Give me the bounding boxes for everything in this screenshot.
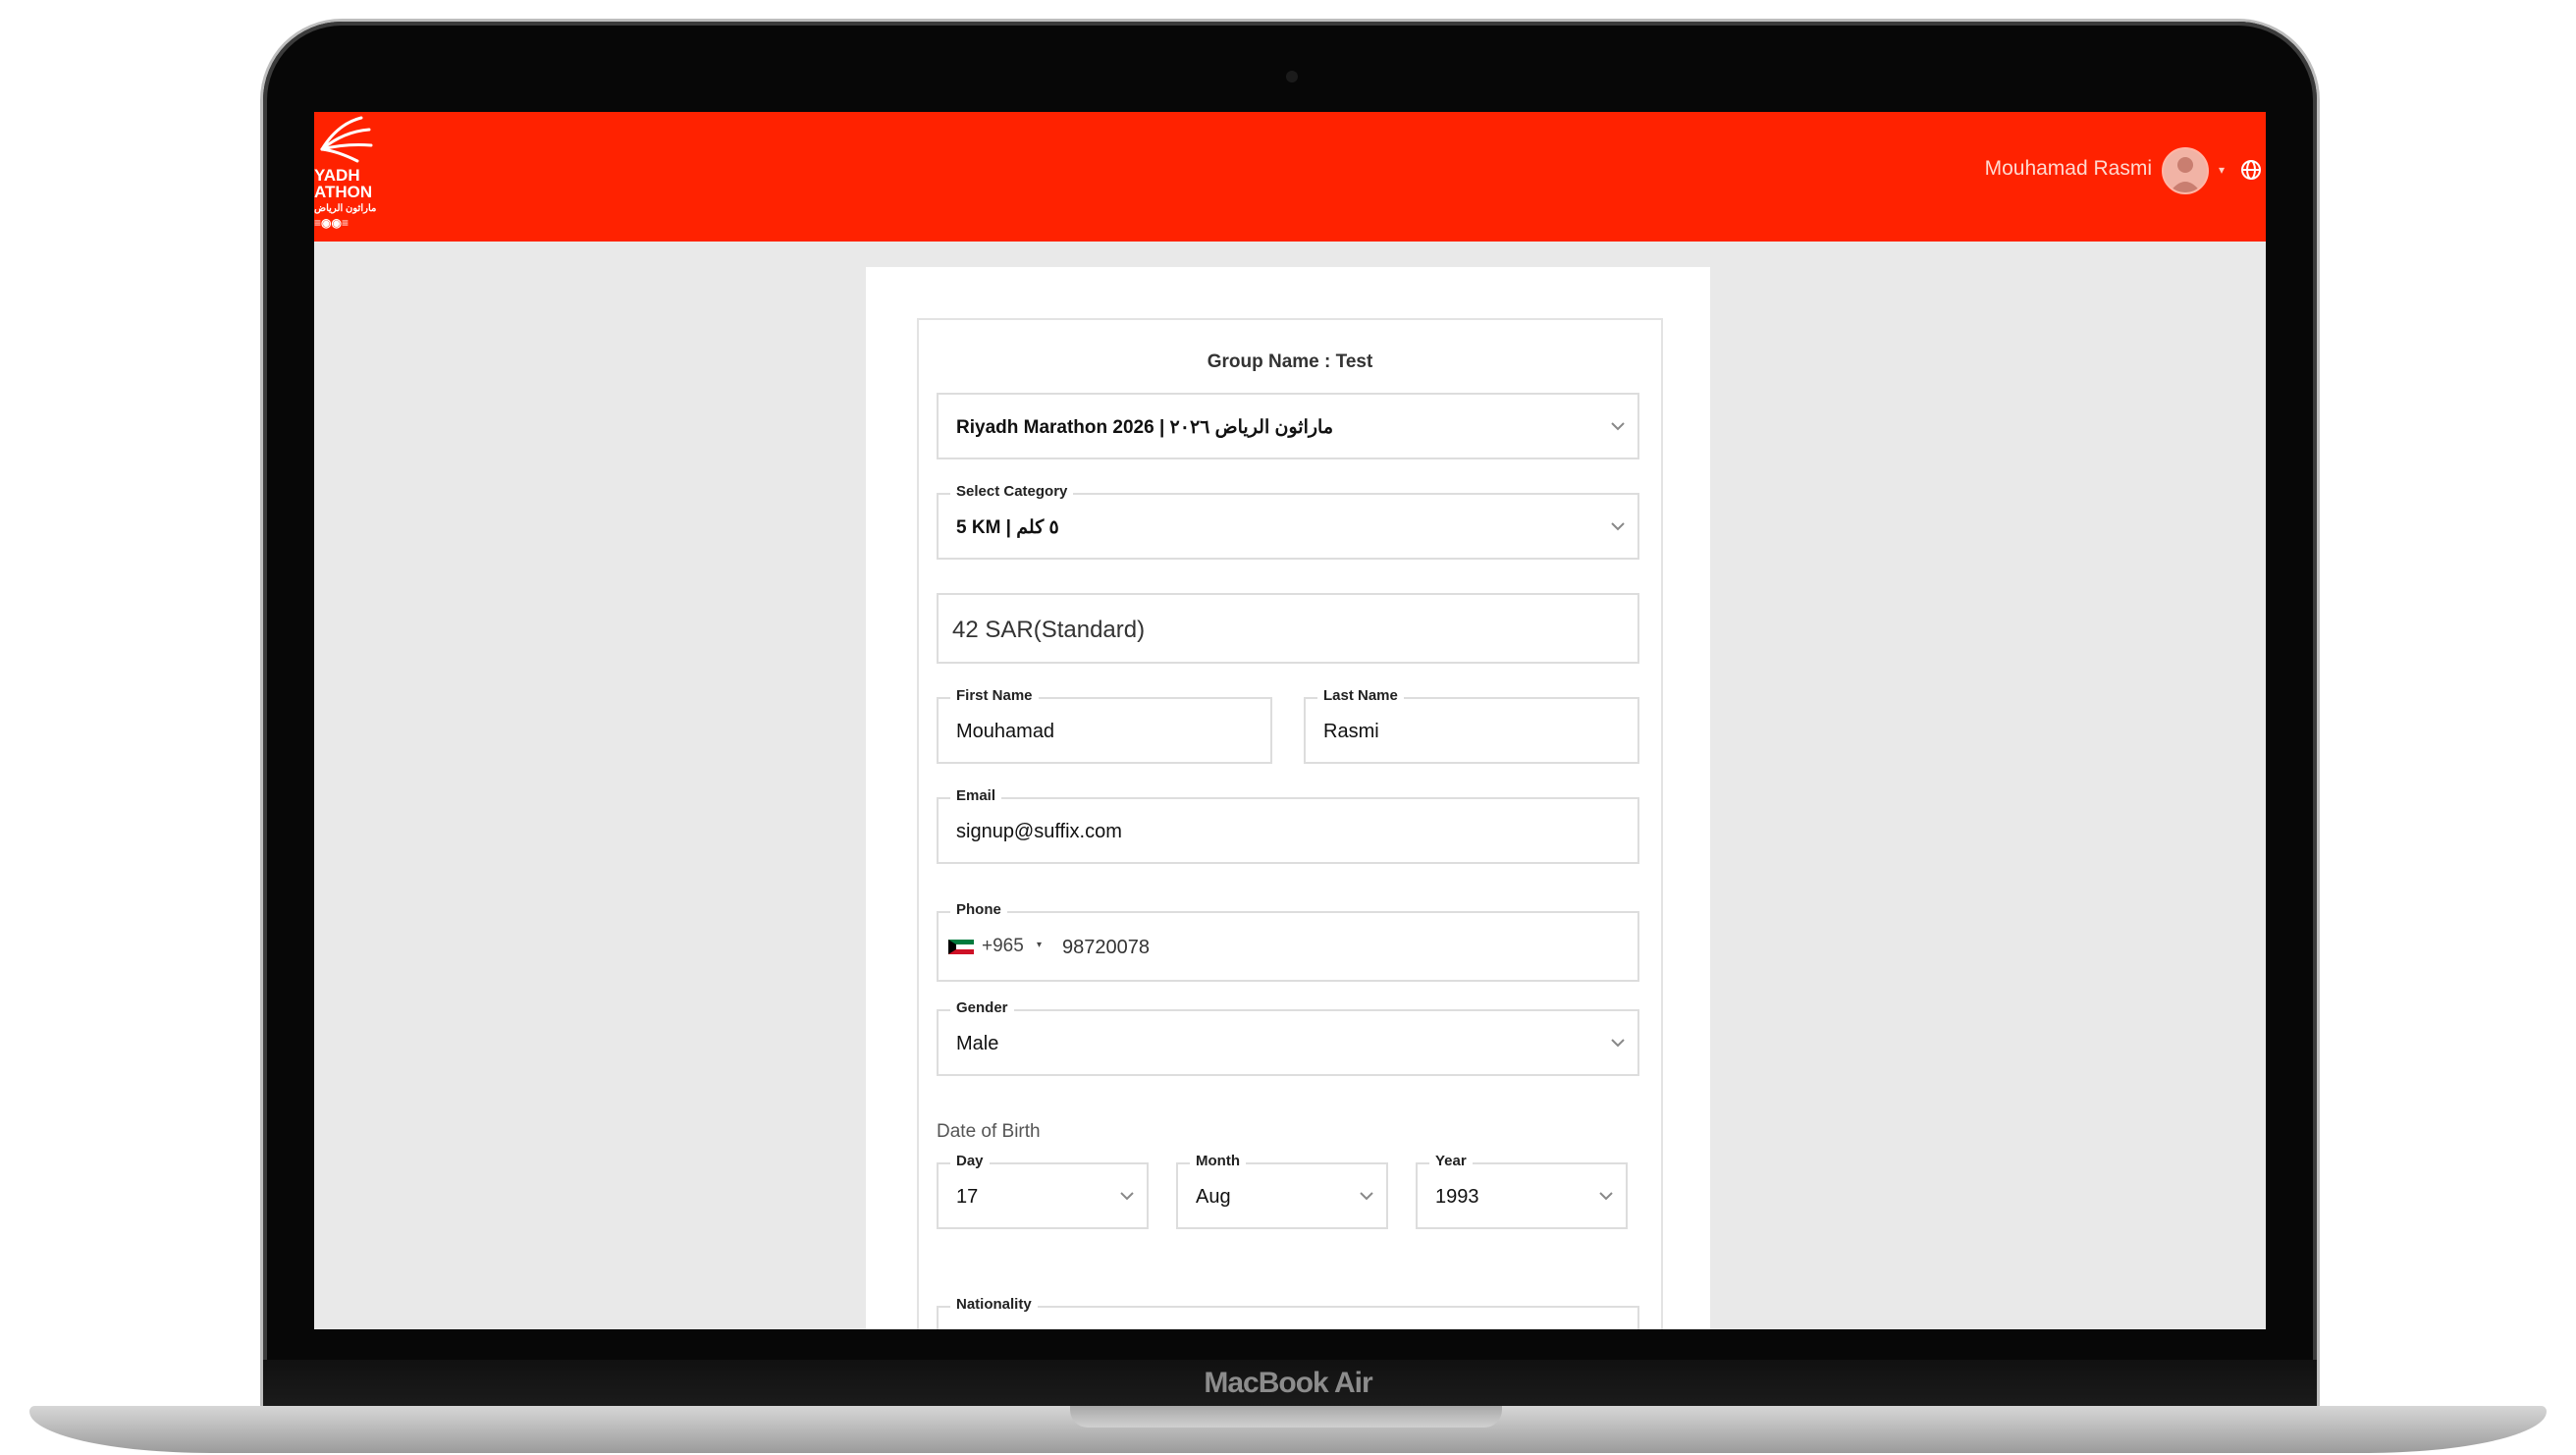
- logo-mark-icon: ≡◉◉≡: [314, 216, 349, 230]
- event-select[interactable]: Riyadh Marathon 2026 | ماراثون الرياض ٢٠…: [937, 393, 1639, 459]
- month-value: Aug: [1196, 1186, 1231, 1208]
- logo-text-2: ATHON: [314, 183, 373, 201]
- email-field[interactable]: Email signup@suffix.com: [937, 787, 1639, 864]
- dob-year-select[interactable]: Year 1993: [1416, 1153, 1628, 1229]
- phone-field[interactable]: Phone +965 ▾ 98720078: [937, 901, 1639, 982]
- screen: YADH ATHON ماراثون الرياض ≡◉◉≡ Mouhamad …: [314, 112, 2266, 1329]
- country-chevron-down-icon[interactable]: ▾: [1037, 940, 1042, 950]
- date-of-birth-title: Date of Birth: [937, 1121, 1041, 1142]
- phone-value: 98720078: [1062, 937, 1150, 958]
- first-name-field[interactable]: First Name Mouhamad: [937, 687, 1272, 764]
- first-name-value: Mouhamad: [956, 721, 1055, 742]
- kuwait-flag-icon[interactable]: [948, 940, 974, 954]
- category-label: Select Category: [950, 483, 1074, 500]
- chevron-down-icon: [1599, 1192, 1613, 1201]
- laptop-notch: [1070, 1406, 1502, 1428]
- month-label: Month: [1190, 1153, 1246, 1169]
- last-name-field[interactable]: Last Name Rasmi: [1304, 687, 1639, 764]
- nationality-select[interactable]: Nationality: [937, 1296, 1639, 1329]
- category-select[interactable]: Select Category 5 KM | ٥ كلم: [937, 483, 1639, 560]
- chevron-down-icon: [1611, 422, 1625, 431]
- gender-label: Gender: [950, 999, 1014, 1016]
- gender-select[interactable]: Gender Male: [937, 999, 1639, 1076]
- user-avatar-icon[interactable]: [2162, 147, 2209, 194]
- day-value: 17: [956, 1186, 979, 1208]
- chevron-down-icon: [1360, 1192, 1373, 1201]
- registration-card: Group Name : Test Riyadh Marathon 2026 |…: [866, 267, 1710, 1329]
- logo-rays-icon: [320, 116, 373, 163]
- last-name-value: Rasmi: [1323, 721, 1379, 742]
- dob-month-select[interactable]: Month Aug: [1176, 1153, 1388, 1229]
- price-value: 42 SAR(Standard): [952, 617, 1146, 643]
- category-value: 5 KM | ٥ كلم: [956, 517, 1059, 538]
- event-value: Riyadh Marathon 2026 | ماراثون الرياض ٢٠…: [956, 417, 1334, 438]
- gender-value: Male: [956, 1033, 999, 1054]
- logo-text-1: YADH: [314, 166, 360, 185]
- logo-text-3: ماراثون الرياض: [314, 203, 377, 214]
- group-name: Group Name : Test: [1207, 351, 1373, 372]
- user-menu-chevron-down-icon[interactable]: ▾: [2219, 163, 2225, 177]
- chevron-down-icon: [1120, 1192, 1134, 1201]
- registration-form: Group Name : Test Riyadh Marathon 2026 |…: [917, 318, 1663, 1329]
- chevron-down-icon: [1611, 1039, 1625, 1048]
- email-value: signup@suffix.com: [956, 821, 1122, 842]
- phone-label: Phone: [950, 901, 1007, 918]
- top-bar: YADH ATHON ماراثون الرياض ≡◉◉≡ Mouhamad …: [314, 112, 2266, 242]
- first-name-label: First Name: [950, 687, 1039, 704]
- riyadh-marathon-logo[interactable]: YADH ATHON ماراثون الرياض ≡◉◉≡: [314, 112, 393, 242]
- device-label: MacBook Air: [1204, 1367, 1372, 1399]
- globe-icon[interactable]: [2240, 159, 2262, 181]
- nationality-label: Nationality: [950, 1296, 1038, 1313]
- year-value: 1993: [1435, 1186, 1479, 1208]
- camera-dot: [1286, 71, 1298, 82]
- last-name-label: Last Name: [1317, 687, 1404, 704]
- email-label: Email: [950, 787, 1002, 804]
- price-field[interactable]: 42 SAR(Standard): [937, 593, 1639, 664]
- dob-day-select[interactable]: Day 17: [937, 1153, 1149, 1229]
- year-label: Year: [1429, 1153, 1473, 1169]
- user-name[interactable]: Mouhamad Rasmi: [1985, 157, 2152, 181]
- phone-country-code[interactable]: +965: [982, 936, 1024, 957]
- day-label: Day: [950, 1153, 990, 1169]
- chevron-down-icon: [1611, 522, 1625, 531]
